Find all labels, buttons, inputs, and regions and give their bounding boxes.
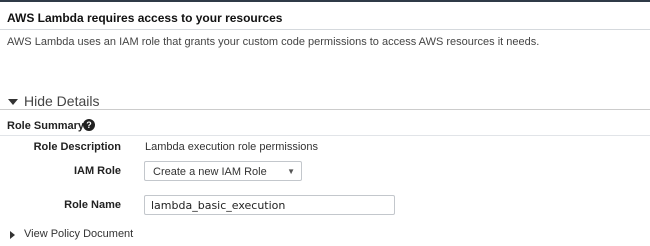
role-name-value: lambda_basic_execution xyxy=(151,199,286,212)
help-icon[interactable]: ? xyxy=(83,119,95,131)
section-title: AWS Lambda requires access to your resou… xyxy=(7,11,283,25)
caret-right-icon xyxy=(10,231,15,239)
dropdown-arrow-icon: ▼ xyxy=(287,167,295,176)
role-summary-header: Role Summary ? xyxy=(0,110,650,136)
hide-details-label: Hide Details xyxy=(24,93,100,109)
section-header: AWS Lambda requires access to your resou… xyxy=(0,2,650,30)
view-policy-document-label: View Policy Document xyxy=(24,228,134,240)
section-intro-text: AWS Lambda uses an IAM role that grants … xyxy=(7,36,540,48)
role-summary-title: Role Summary xyxy=(7,120,85,132)
role-name-input[interactable]: lambda_basic_execution xyxy=(144,195,395,215)
role-description-value: Lambda execution role permissions xyxy=(145,141,319,153)
hide-details-toggle[interactable]: Hide Details xyxy=(0,92,650,110)
caret-down-icon xyxy=(8,99,18,105)
iam-role-selected-value: Create a new IAM Role xyxy=(153,166,267,178)
role-description-label: Role Description xyxy=(33,141,121,153)
iam-role-select[interactable]: Create a new IAM Role ▼ xyxy=(144,161,302,181)
iam-role-label: IAM Role xyxy=(73,165,121,177)
role-name-label: Role Name xyxy=(64,199,121,211)
